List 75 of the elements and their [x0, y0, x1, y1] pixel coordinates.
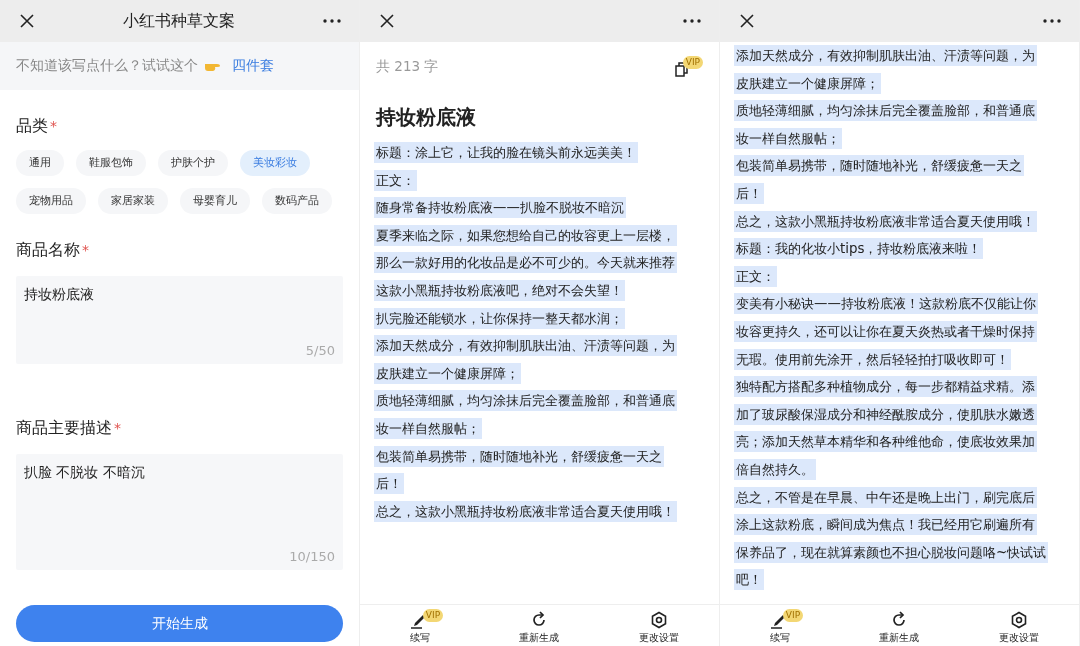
generated-text: 总之，不管是在早晨、中午还是晚上出门，刷完底后 [734, 486, 1037, 508]
field-label: 品类 [16, 116, 48, 136]
generated-text: 质地轻薄细腻，均匀涂抹后完全覆盖脸部，和普通底 [734, 100, 1037, 122]
toolbar-button[interactable]: VIP 续写 [751, 609, 808, 644]
generated-text: 夏季来临之际，如果您想给自己的妆容更上一层楼， [374, 224, 677, 246]
hint-text: 不知道该写点什么？试试这个 [16, 57, 198, 75]
generated-text: 后！ [374, 473, 404, 495]
generated-text: 吧！ [734, 569, 764, 591]
generated-text: 亮；添加天然草本精华和各种维他命，使底妆效果加 [734, 431, 1037, 453]
generated-text: 妆一样自然服帖； [374, 417, 482, 439]
generated-text: 正文： [374, 169, 417, 191]
generated-text: 那么一款好用的化妆品是必不可少的。今天就来推荐 [374, 252, 677, 274]
more-icon[interactable] [683, 19, 701, 23]
generated-text: 妆容更持久，还可以让你在夏天炎热或者干燥时保持 [734, 320, 1037, 342]
settings-icon [650, 611, 669, 629]
more-icon[interactable] [1043, 19, 1061, 23]
generated-text: 独特配方搭配多种植物成分，每一步都精益求精。添 [734, 376, 1037, 398]
required-mark: * [50, 117, 57, 136]
generate-button[interactable]: 开始生成 [16, 605, 343, 642]
toolbar-button[interactable]: 重新生成 [871, 609, 928, 644]
vip-badge: VIP [422, 609, 444, 622]
category-chip[interactable]: 宠物用品 [16, 188, 86, 214]
text-area[interactable]: 扒脸 不脱妆 不暗沉 10/150 [16, 454, 343, 570]
generated-text: 正文： [734, 265, 777, 287]
template-link[interactable]: 四件套 [232, 57, 274, 75]
category-chip[interactable]: 护肤个护 [158, 150, 228, 176]
char-counter: 5/50 [305, 343, 335, 358]
generated-text: 妆一样自然服帖； [734, 127, 842, 149]
category-chip[interactable]: 通用 [16, 150, 64, 176]
category-chip[interactable]: 鞋服包饰 [76, 150, 146, 176]
window-title: 小红书种草文案 [123, 10, 235, 32]
more-icon[interactable] [323, 19, 341, 23]
char-counter: 10/150 [289, 549, 335, 564]
generated-text: 添加天然成分，有效抑制肌肤出油、汗渍等问题，为 [734, 45, 1037, 66]
field-label: 商品主要描述 [16, 418, 112, 438]
category-chip[interactable]: 家居家装 [98, 188, 168, 214]
generated-text: 保养品了，现在就算素颜也不担心脱妆问题咯~快试试 [734, 541, 1049, 563]
generated-text: 后！ [734, 182, 764, 204]
generated-text: 皮肤建立一个健康屏障； [374, 362, 521, 384]
generated-text: 标题：涂上它，让我的脸在镜头前永远美美！ [374, 142, 638, 163]
toolbar-button[interactable]: 更改设置 [991, 609, 1048, 644]
toolbar-button[interactable]: VIP 续写 [391, 609, 448, 644]
required-mark: * [82, 241, 89, 260]
generated-text: 倍自然持久。 [734, 458, 816, 480]
generated-text: 加了玻尿酸保湿成分和神经酰胺成分，使肌肤水嫩透 [734, 403, 1037, 425]
vip-badge: VIP [782, 609, 804, 622]
close-icon[interactable] [379, 13, 395, 29]
generated-text: 扒完脸还能锁水，让你保持一整天都水润； [374, 307, 625, 329]
settings-icon [1010, 611, 1029, 629]
word-count: 共 213 字 [376, 58, 439, 76]
field-label: 商品名称 [16, 240, 80, 260]
vip-badge: VIP [682, 56, 703, 69]
generated-text: 这款小黑瓶持妆粉底液吧，绝对不会失望！ [374, 279, 625, 301]
generated-text: 变美有小秘诀——持妆粉底液！这款粉底不仅能让你 [734, 293, 1038, 315]
generated-text: 质地轻薄细腻，均匀涂抹后完全覆盖脸部，和普通底 [374, 390, 677, 412]
generated-text: 总之，这款小黑瓶持妆粉底液非常适合夏天使用哦！ [374, 500, 677, 522]
close-icon[interactable] [739, 13, 755, 29]
text-area[interactable]: 持妆粉底液 5/50 [16, 276, 343, 364]
generated-text: 标题：我的化妆小tips，持妆粉底液来啦！ [734, 238, 984, 260]
required-mark: * [114, 419, 121, 438]
category-chip[interactable]: 美妆彩妆 [240, 150, 310, 176]
generated-text: 无瑕。使用前先涂开，然后轻轻拍打吸收即可！ [734, 348, 1011, 370]
generated-text: 包装简单易携带，随时随地补光，舒缓疲惫一天之 [374, 445, 664, 467]
generated-text: 随身常备持妆粉底液——扒脸不脱妆不暗沉 [374, 197, 626, 219]
category-chip[interactable]: 数码产品 [262, 188, 332, 214]
toolbar-button[interactable]: 重新生成 [511, 609, 568, 644]
generated-text: 包装简单易携带，随时随地补光，舒缓疲惫一天之 [734, 155, 1024, 177]
category-chip[interactable]: 母婴育儿 [180, 188, 250, 214]
generated-text: 添加天然成分，有效抑制肌肤出油、汗渍等问题，为 [374, 335, 677, 357]
generated-text: 总之，这款小黑瓶持妆粉底液非常适合夏天使用哦！ [734, 210, 1037, 232]
result-title: 持妆粉底液 [376, 104, 477, 131]
close-icon[interactable] [19, 13, 35, 29]
toolbar-button[interactable]: 更改设置 [631, 609, 688, 644]
generated-text: 皮肤建立一个健康屏障； [734, 72, 881, 94]
generated-text: 涂上这款粉底，瞬间成为焦点！我已经用它刷遍所有 [734, 514, 1037, 536]
